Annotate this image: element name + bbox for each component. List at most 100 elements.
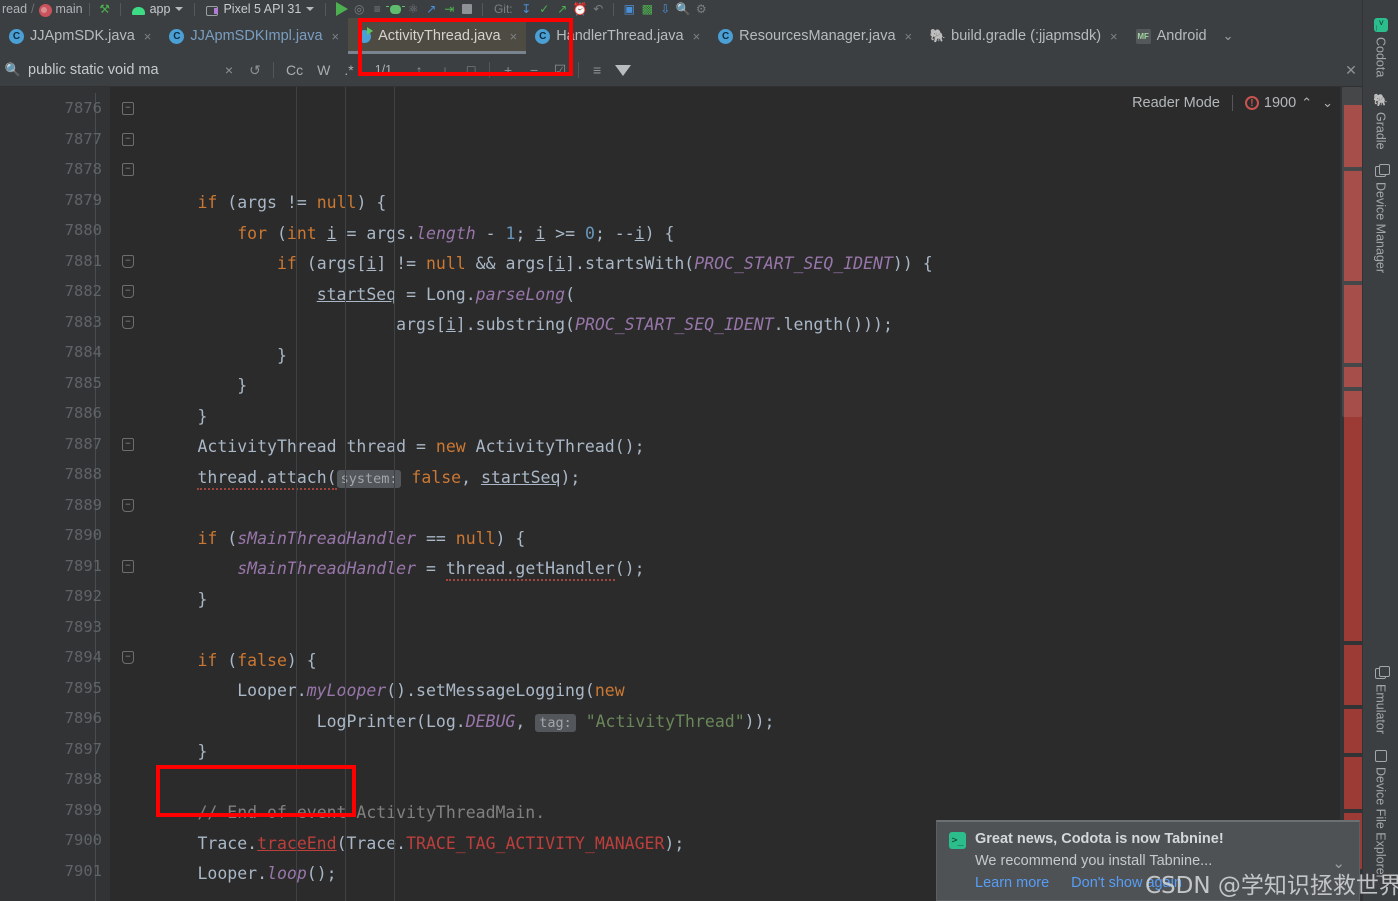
select-all-occurrences-icon[interactable]: ☑ <box>547 58 573 82</box>
find-options-icon[interactable]: ≡ <box>584 58 610 82</box>
code-line[interactable]: startSeq = Long.parseLong( <box>118 280 1398 311</box>
build-hammer-icon[interactable]: ⚒ <box>96 1 114 17</box>
gradle-elephant-icon: 🐘 <box>1373 93 1388 108</box>
avd-manager-icon[interactable]: ▣ <box>620 1 638 17</box>
error-stripe-scrollbar[interactable] <box>1340 87 1362 901</box>
stop-icon[interactable] <box>458 1 476 17</box>
debug-icon[interactable] <box>385 1 405 17</box>
search-input[interactable]: public static void ma <box>26 62 216 78</box>
device-file-explorer-icon <box>1374 750 1387 763</box>
run-configuration-selector[interactable]: app <box>127 1 189 17</box>
code-line[interactable]: } <box>118 402 1398 433</box>
sync-gradle-icon[interactable]: ⇩ <box>656 1 674 17</box>
code-line[interactable] <box>118 493 1398 524</box>
next-problem-icon[interactable]: ⌄ <box>1317 95 1338 111</box>
vcs-commit-icon[interactable]: ✓ <box>535 1 553 17</box>
sdk-manager-icon[interactable]: ▩ <box>638 1 656 17</box>
editor-gutter[interactable]: 7876−7877−7878− 7879 7880 7881−7882−7883− 78… <box>0 87 134 901</box>
close-find-icon[interactable]: ✕ <box>1338 58 1364 82</box>
android-app-icon <box>131 7 145 15</box>
code-line[interactable]: } <box>118 341 1398 372</box>
close-icon[interactable]: × <box>510 29 518 44</box>
filter-icon[interactable] <box>610 58 636 82</box>
rail-item-device-manager[interactable]: Device Manager <box>1374 160 1390 279</box>
code-line[interactable]: thread.attach(system: false, startSeq); <box>118 463 1398 494</box>
add-selection-icon[interactable]: + <box>495 58 521 82</box>
remove-selection-icon[interactable]: − <box>521 58 547 82</box>
tab-activitythread[interactable]: ActivityThread.java × <box>348 18 527 54</box>
search-history-icon[interactable]: ↺ <box>242 58 268 82</box>
tab-jjapmsdkimpl[interactable]: C JJApmSDKImpl.java × <box>160 18 348 54</box>
code-line[interactable]: } <box>118 371 1398 402</box>
code-content[interactable]: if (args != null) { for (int i = args.le… <box>110 87 1398 901</box>
inspect-icon[interactable]: ↗ <box>422 1 440 17</box>
vcs-rollback-icon[interactable]: ↶ <box>589 1 607 17</box>
rail-item-codota[interactable]: >_ Codota <box>1373 12 1388 83</box>
tab-handlerthread[interactable]: C HandlerThread.java × <box>526 18 709 54</box>
find-previous-button[interactable]: ↑ <box>406 58 432 82</box>
vcs-history-icon[interactable]: ⏰ <box>571 1 589 17</box>
right-tool-rail: >_ Codota 🐘 Gradle Device Manager Emulat… <box>1362 0 1398 901</box>
previous-problem-icon[interactable]: ⌃ <box>1296 95 1317 111</box>
close-icon[interactable]: × <box>144 29 152 44</box>
code-line[interactable]: } <box>118 585 1398 616</box>
run-icon[interactable] <box>332 1 350 17</box>
code-line[interactable]: ActivityThread thread = new ActivityThre… <box>118 432 1398 463</box>
code-line[interactable]: } <box>118 737 1398 768</box>
step-icon[interactable]: ⇥ <box>440 1 458 17</box>
vcs-update-icon[interactable]: ↧ <box>517 1 535 17</box>
line-number: 7899 <box>64 800 102 819</box>
close-icon[interactable]: × <box>905 29 913 44</box>
code-editor[interactable]: 7876−7877−7878− 7879 7880 7881−7882−7883− 78… <box>0 87 1398 901</box>
rail-item-emulator[interactable]: Emulator <box>1374 662 1390 740</box>
tab-jjapmsdk[interactable]: C JJApmSDK.java × <box>0 18 160 54</box>
reader-mode-label[interactable]: Reader Mode <box>1132 95 1232 111</box>
code-line[interactable]: LogPrinter(Log.DEBUG, tag: "ActivityThre… <box>118 707 1398 738</box>
tab-resourcesmanager[interactable]: C ResourcesManager.java × <box>709 18 921 54</box>
tab-android-manifest[interactable]: MF Android <box>1127 18 1216 54</box>
vcs-label: Git: <box>493 2 513 16</box>
device-selector[interactable]: Pixel 5 API 31 <box>201 1 319 17</box>
rail-item-device-file-explorer[interactable]: Device File Explorer <box>1374 744 1388 885</box>
line-number: 7888 <box>64 465 102 483</box>
clear-search-icon[interactable]: × <box>216 58 242 82</box>
select-all-matches-button[interactable]: □ <box>458 58 484 82</box>
tabs-overflow-chevron-icon[interactable]: ⌄ <box>1216 18 1241 54</box>
find-next-button[interactable]: ↓ <box>432 58 458 82</box>
code-line[interactable]: for (int i = args.length - 1; i >= 0; --… <box>118 219 1398 250</box>
regex-toggle[interactable]: .* <box>337 62 360 78</box>
scrollbar-thumb[interactable] <box>1342 87 1362 417</box>
divider <box>273 62 274 78</box>
code-line[interactable]: if (sMainThreadHandler == null) { <box>118 524 1398 555</box>
match-case-toggle[interactable]: Cc <box>279 62 310 78</box>
vcs-push-icon[interactable]: ↗ <box>553 1 571 17</box>
line-number: 7886 <box>64 404 102 422</box>
whole-words-toggle[interactable]: W <box>310 62 337 78</box>
attach-debugger-icon[interactable]: ⚛ <box>404 1 422 17</box>
code-line[interactable]: sMainThreadHandler = thread.getHandler()… <box>118 554 1398 585</box>
code-line[interactable] <box>118 615 1398 646</box>
settings-icon[interactable]: ⚙ <box>692 1 710 17</box>
error-count-badge[interactable]: ! 1900 <box>1244 95 1297 111</box>
device-manager-icon <box>1375 163 1390 177</box>
rail-item-gradle[interactable]: 🐘 Gradle <box>1374 87 1388 156</box>
code-line[interactable]: if (args[i] != null && args[i].startsWit… <box>118 249 1398 280</box>
code-line[interactable]: Looper.myLooper().setMessageLogging(new <box>118 676 1398 707</box>
code-line[interactable]: if (args != null) { <box>118 188 1398 219</box>
code-line[interactable] <box>118 768 1398 799</box>
line-number: 7895 <box>64 678 102 697</box>
close-icon[interactable]: × <box>332 29 340 44</box>
tab-build-gradle[interactable]: 🐘 build.gradle (:jjapmsdk) × <box>921 18 1127 54</box>
code-line[interactable]: if (false) { <box>118 646 1398 677</box>
search-everywhere-icon[interactable]: 🔍 <box>674 1 692 17</box>
close-icon[interactable]: × <box>1110 29 1118 44</box>
learn-more-link[interactable]: Learn more <box>975 875 1049 891</box>
line-number: 7880 <box>64 221 102 239</box>
branch-icon <box>38 3 52 17</box>
divider <box>489 62 491 78</box>
error-count: 1900 <box>1263 95 1297 111</box>
profile-icon[interactable]: ≡ <box>368 1 386 17</box>
code-line[interactable]: args[i].substring(PROC_START_SEQ_IDENT.l… <box>118 310 1398 341</box>
close-icon[interactable]: × <box>693 29 701 44</box>
coverage-icon[interactable]: ◎ <box>350 1 368 17</box>
